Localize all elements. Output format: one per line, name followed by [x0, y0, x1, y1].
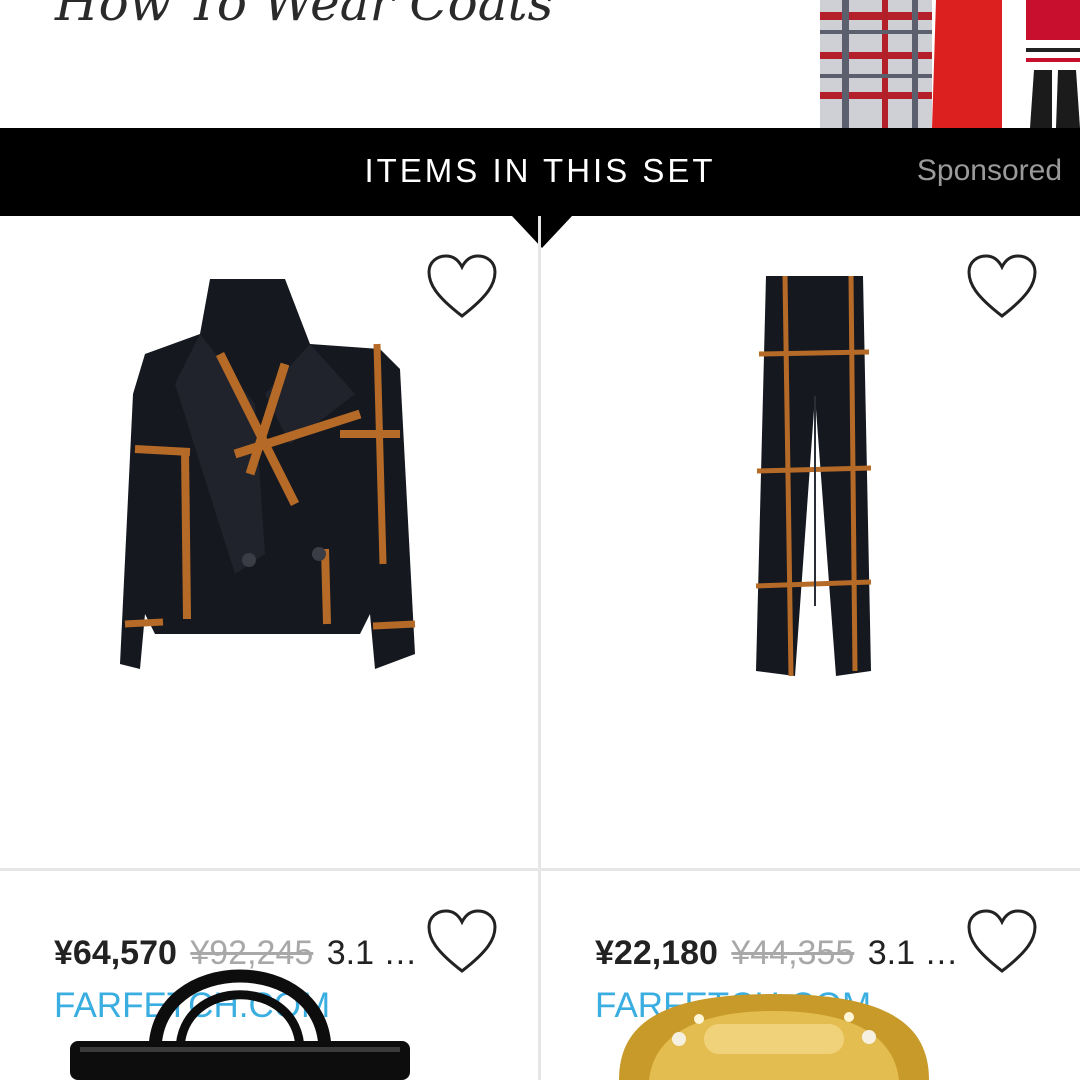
item-card-2[interactable]: ¥22,180 ¥44,355 3.1 … FARFETCH.COM	[541, 216, 1079, 1025]
item-card-3[interactable]	[0, 871, 538, 1080]
product-image-trousers[interactable]	[751, 276, 876, 681]
heart-icon[interactable]	[426, 254, 498, 320]
items-in-set-bar: ITEMS IN THIS SET Sponsored	[0, 128, 1080, 216]
product-image-coat[interactable]	[115, 274, 427, 684]
heart-icon[interactable]	[966, 254, 1038, 320]
product-image-ring[interactable]	[609, 989, 939, 1080]
item-card-4[interactable]	[541, 871, 1079, 1080]
item-card-1[interactable]: ¥64,570 ¥92,245 3.1 … FARFETCH.COM	[0, 216, 538, 1025]
set-title: How To Wear Coats	[55, 0, 554, 32]
set-collage-image[interactable]	[812, 0, 1080, 128]
set-header: How To Wear Coats	[0, 0, 1080, 128]
product-image-handbag[interactable]	[60, 941, 420, 1080]
sponsored-label: Sponsored	[916, 154, 1062, 187]
heart-icon[interactable]	[966, 909, 1038, 975]
heart-icon[interactable]	[426, 909, 498, 975]
